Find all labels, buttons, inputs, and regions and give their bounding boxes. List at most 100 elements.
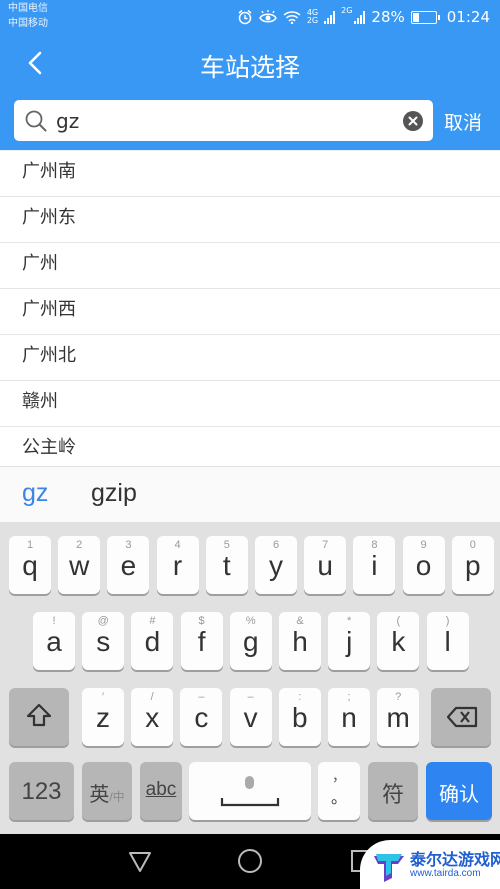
cancel-button[interactable]: 取消 xyxy=(444,108,482,135)
numbers-key[interactable]: 123 xyxy=(9,762,74,820)
carrier-2: 中国移动 xyxy=(8,18,48,29)
shift-key[interactable] xyxy=(9,688,69,746)
station-item[interactable]: 公主岭 xyxy=(0,427,500,466)
key-a[interactable]: ! a xyxy=(33,612,75,670)
station-item[interactable]: 广州南 xyxy=(0,151,500,197)
key-q[interactable]: 1q xyxy=(9,536,51,594)
search-box xyxy=(14,100,433,141)
key-primary-label: t xyxy=(222,550,231,581)
backspace-key[interactable] xyxy=(431,688,491,746)
key-primary-label: v xyxy=(243,702,258,733)
battery-percent: 28% xyxy=(371,8,405,26)
page-title: 车站选择 xyxy=(199,53,300,82)
candidate-word[interactable]: gzip xyxy=(91,479,137,508)
punctuation-key[interactable]: ， 。 xyxy=(318,762,360,820)
key-primary-label: e xyxy=(120,550,137,581)
key-primary-label: o xyxy=(415,550,432,581)
key-primary-label: d xyxy=(144,626,161,657)
microphone-space-icon xyxy=(220,776,280,807)
eye-comfort-icon xyxy=(258,10,277,23)
signal-bars-2 xyxy=(354,10,366,24)
watermark-name: 泰尔达游戏网 xyxy=(410,850,500,869)
numbers-key-label: 123 xyxy=(21,778,62,805)
key-f[interactable]: $ f xyxy=(180,612,223,670)
language-switch-key[interactable]: 英/中 xyxy=(82,762,132,820)
key-primary-label: g xyxy=(243,626,259,657)
language-key-label: 英/中 xyxy=(82,778,132,807)
candidate-word[interactable]: gz xyxy=(22,479,48,508)
watermark-url: www.tairda.com xyxy=(410,868,481,879)
key-primary-label: c xyxy=(194,702,209,733)
confirm-key[interactable]: 确认 xyxy=(426,762,492,820)
key-u[interactable]: 7u xyxy=(304,536,347,594)
key-e[interactable]: 3e xyxy=(107,536,150,594)
key-x[interactable]: / x xyxy=(131,688,174,746)
station-item[interactable]: 赣州 xyxy=(0,381,500,427)
key-p[interactable]: 0p xyxy=(451,536,494,594)
key-primary-label: j xyxy=(346,626,353,657)
key-m[interactable]: ? m xyxy=(377,688,420,746)
search-input[interactable] xyxy=(56,105,396,136)
clear-search-button[interactable] xyxy=(403,111,423,131)
key-c[interactable]: – c xyxy=(180,688,223,746)
key-n[interactable]: ; n xyxy=(328,688,370,746)
key-w[interactable]: 2w xyxy=(58,536,101,594)
station-item[interactable]: 广州西 xyxy=(0,289,500,335)
key-primary-label: n xyxy=(341,702,357,733)
key-v[interactable]: – v xyxy=(229,688,272,746)
key-primary-label: y xyxy=(269,550,283,581)
key-primary-label: b xyxy=(292,702,308,733)
key-primary-label: w xyxy=(69,550,90,581)
nav-back-icon[interactable] xyxy=(126,847,154,875)
key-l[interactable]: ) l xyxy=(426,612,469,670)
key-primary-label: q xyxy=(22,550,38,581)
abc-layout-key[interactable]: abc xyxy=(140,762,182,820)
key-b[interactable]: :b xyxy=(278,688,321,746)
ime-candidate-bar: gz gzip xyxy=(0,466,500,522)
key-i[interactable]: 8i xyxy=(353,536,396,594)
key-primary-label: p xyxy=(465,550,481,581)
symbols-key[interactable]: 符 xyxy=(368,762,418,820)
signal-bars-1 xyxy=(324,10,336,24)
lang-chinese-label: /中 xyxy=(109,790,125,804)
search-bar: 取消 xyxy=(0,91,500,150)
signal-1-bottom-label: 2G xyxy=(306,16,319,25)
key-d[interactable]: # d xyxy=(131,612,174,670)
backspace-icon xyxy=(446,706,478,728)
key-primary-label: k xyxy=(391,626,406,657)
confirm-key-label: 确认 xyxy=(439,784,479,806)
battery-icon xyxy=(410,10,440,24)
comma-label: ， xyxy=(332,768,346,784)
signal-2g-icon: 2G xyxy=(341,6,353,15)
key-z[interactable]: ′ z xyxy=(82,688,124,746)
station-item[interactable]: 广州北 xyxy=(0,335,500,381)
key-primary-label: x xyxy=(145,702,160,733)
station-item[interactable]: 广州 xyxy=(0,243,500,289)
key-j[interactable]: * j xyxy=(328,612,371,670)
key-o[interactable]: 9o xyxy=(402,536,445,594)
app-header: 车站选择 xyxy=(0,36,500,91)
alarm-icon xyxy=(238,9,252,25)
abc-key-label: abc xyxy=(145,779,177,800)
key-k[interactable]: (k xyxy=(377,612,420,670)
key-primary-label: a xyxy=(46,626,62,657)
period-label: 。 xyxy=(330,790,347,807)
watermark-logo-icon xyxy=(374,854,404,882)
key-y[interactable]: 6y xyxy=(255,536,297,594)
search-icon xyxy=(25,110,47,132)
symbols-key-label: 符 xyxy=(381,782,404,807)
key-primary-label: s xyxy=(96,626,111,657)
key-primary-label: l xyxy=(444,626,451,657)
key-t[interactable]: 5t xyxy=(205,536,248,594)
key-primary-label: i xyxy=(371,550,378,581)
key-h[interactable]: & h xyxy=(279,612,321,670)
shift-icon xyxy=(26,703,52,727)
key-g[interactable]: % g xyxy=(229,612,272,670)
signal-4g-icon: 4G 2G xyxy=(307,9,318,25)
key-r[interactable]: 4r xyxy=(156,536,199,594)
nav-home-icon[interactable] xyxy=(236,847,264,875)
key-s[interactable]: @ s xyxy=(82,612,125,670)
station-item[interactable]: 广州东 xyxy=(0,197,500,243)
space-key[interactable] xyxy=(189,762,311,820)
status-bar: 中国电信 中国移动 4G 2G 2G 28% 01:24 xyxy=(0,0,500,36)
